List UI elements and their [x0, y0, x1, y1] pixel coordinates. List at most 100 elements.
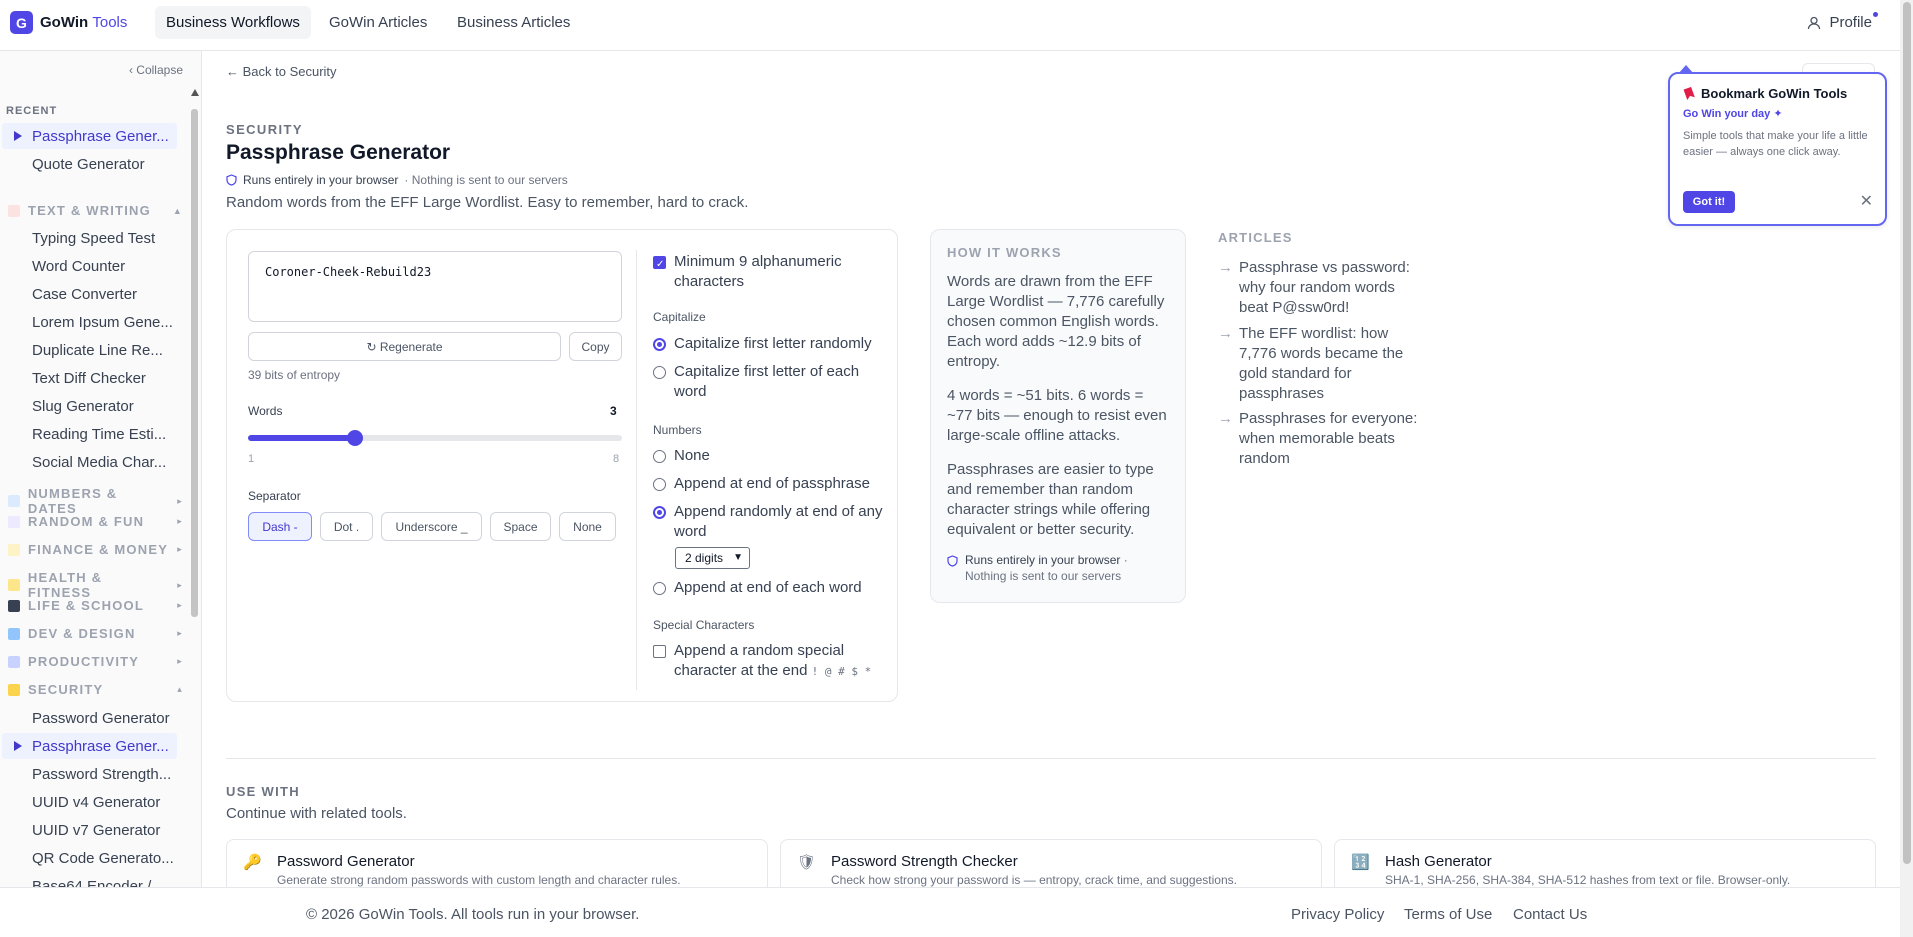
privacy-strong: Runs entirely in your browser [965, 553, 1121, 567]
radio-label: None [674, 447, 710, 464]
category-dev-design[interactable]: DEV & DESIGN ▸ [8, 626, 183, 641]
separator-dot-button[interactable]: Dot . [320, 512, 373, 541]
contact-link[interactable]: Contact Us [1513, 906, 1587, 923]
radio[interactable] [653, 582, 666, 595]
sidebar-item-recent-quote[interactable]: Quote Generator [2, 151, 177, 177]
profile-menu[interactable]: Profile [1807, 12, 1878, 31]
radio[interactable] [653, 478, 666, 491]
radio-selected[interactable] [653, 506, 666, 519]
logo-icon[interactable]: G [10, 11, 33, 34]
sidebar-item-duplicate-line[interactable]: Duplicate Line Re... [2, 337, 177, 363]
article-link-3[interactable]: → Passphrases for everyone: when memorabl… [1218, 409, 1418, 469]
privacy-policy-link[interactable]: Privacy Policy [1291, 906, 1384, 923]
nav-business-workflows[interactable]: Business Workflows [155, 6, 311, 39]
page-scrollbar-thumb[interactable] [1903, 2, 1911, 864]
chart-icon [8, 655, 20, 668]
nav-business-articles[interactable]: Business Articles [446, 6, 581, 39]
category-text-writing[interactable]: TEXT & WRITING ▲ [8, 203, 183, 218]
scroll-up-icon[interactable] [191, 89, 199, 96]
nav-gowin-articles[interactable]: GoWin Articles [318, 6, 438, 39]
sidebar-item-case-converter[interactable]: Case Converter [2, 281, 177, 307]
separator-dash-button[interactable]: Dash - [248, 512, 312, 541]
related-tool-title: Password Generator [277, 853, 415, 870]
category-productivity[interactable]: PRODUCTIVITY ▸ [8, 654, 183, 669]
separator-underscore-button[interactable]: Underscore _ [381, 512, 482, 541]
sidebar-item-qr-code[interactable]: QR Code Generato... [2, 845, 177, 871]
special-group-label: Special Characters [653, 618, 755, 632]
arrow-right-icon: → [1218, 259, 1233, 276]
radio[interactable] [653, 450, 666, 463]
play-icon [14, 131, 22, 141]
words-slider[interactable] [248, 430, 622, 446]
slider-handle[interactable] [346, 430, 363, 446]
category-numbers-dates[interactable]: NUMBERS & DATES ▸ [8, 486, 183, 516]
breadcrumb: SECURITY [226, 122, 303, 137]
category-health-fitness[interactable]: HEALTH & FITNESS ▸ [8, 570, 183, 600]
computer-icon [8, 627, 20, 640]
collapse-button[interactable]: ‹ Collapse [129, 63, 183, 77]
category-label: LIFE & SCHOOL [28, 598, 144, 613]
sidebar-item-password-strength[interactable]: Password Strength... [2, 761, 177, 787]
category-finance-money[interactable]: FINANCE & MONEY ▸ [8, 542, 183, 557]
num-each-radio[interactable]: Append at end of each word [653, 578, 883, 598]
collapse-label: Collapse [136, 63, 183, 77]
how-paragraph-3: Passphrases are easier to type and remem… [947, 461, 1154, 538]
category-random-fun[interactable]: RANDOM & FUN ▸ [8, 514, 183, 529]
radio-selected[interactable] [653, 338, 666, 351]
sidebar-scrollbar[interactable] [190, 89, 199, 887]
checkbox-checked[interactable] [653, 255, 666, 275]
category-security[interactable]: SECURITY ▴ [8, 682, 183, 697]
min-alnum-checkbox[interactable]: Minimum 9 alphanumeric characters [653, 252, 883, 292]
passphrase-output[interactable]: Coroner-Cheek-Rebuild23 [248, 251, 622, 322]
digits-select[interactable]: 2 digits ▼ [675, 547, 750, 569]
category-life-school[interactable]: LIFE & SCHOOL ▸ [8, 598, 183, 613]
column-divider [636, 250, 637, 690]
article-title: Passphrases for everyone: when memorable… [1239, 410, 1418, 467]
back-link[interactable]: ← Back to Security [226, 64, 337, 79]
sidebar-item-word-counter[interactable]: Word Counter [2, 253, 177, 279]
num-none-radio[interactable]: None [653, 446, 883, 466]
chevron-down-icon: ▸ [177, 516, 183, 526]
num-end-passphrase-radio[interactable]: Append at end of passphrase [653, 474, 883, 494]
sidebar-item-base64[interactable]: Base64 Encoder /... [2, 873, 177, 888]
use-with-heading: USE WITH [226, 784, 300, 799]
separator-none-button[interactable]: None [559, 512, 616, 541]
separator-space-button[interactable]: Space [490, 512, 551, 541]
special-char-checkbox[interactable]: Append a random special character at the… [653, 641, 883, 682]
brand-name-main: GoWin [40, 14, 89, 31]
copy-button[interactable]: Copy [569, 332, 622, 361]
related-tool-title: Hash Generator [1385, 853, 1492, 870]
sidebar-scrollbar-thumb[interactable] [191, 109, 198, 617]
sidebar-item-text-diff[interactable]: Text Diff Checker [2, 365, 177, 391]
checkbox[interactable] [653, 645, 666, 658]
category-label: DEV & DESIGN [28, 626, 136, 641]
privacy-note: Runs entirely in your browser · Nothing … [226, 173, 568, 187]
sidebar-item-password-generator[interactable]: Password Generator [2, 705, 177, 731]
close-icon[interactable]: ✕ [1860, 191, 1873, 211]
sidebar-item-social-media[interactable]: Social Media Char... [2, 449, 177, 475]
sidebar-item-uuid-v7[interactable]: UUID v7 Generator [2, 817, 177, 843]
page-scrollbar[interactable] [1900, 0, 1913, 937]
sidebar-item-reading-time[interactable]: Reading Time Esti... [2, 421, 177, 447]
regenerate-button[interactable]: ↻ Regenerate [248, 332, 561, 361]
slider-min: 1 [248, 453, 255, 465]
radio[interactable] [653, 366, 666, 379]
num-random-radio[interactable]: Append randomly at end of any word [653, 502, 883, 542]
category-label: PRODUCTIVITY [28, 654, 140, 669]
cap-each-radio[interactable]: Capitalize first letter of each word [653, 362, 883, 402]
brand-name[interactable]: GoWin Tools [40, 14, 127, 31]
got-it-button[interactable]: Got it! [1683, 191, 1735, 213]
article-link-1[interactable]: → Passphrase vs password: why four random… [1218, 258, 1418, 318]
sidebar-item-typing-speed[interactable]: Typing Speed Test [2, 225, 177, 251]
sidebar-item-recent-passphrase[interactable]: Passphrase Gener... [2, 123, 177, 149]
how-it-works-panel: HOW IT WORKS Words are drawn from the EF… [930, 229, 1186, 603]
page-subtitle: Random words from the EFF Large Wordlist… [226, 194, 749, 211]
article-link-2[interactable]: → The EFF wordlist: how 7,776 words becam… [1218, 324, 1418, 404]
sidebar-item-uuid-v4[interactable]: UUID v4 Generator [2, 789, 177, 815]
bookmark-popup: Bookmark GoWin Tools Go Win your day ✦ S… [1668, 65, 1887, 226]
cap-random-radio[interactable]: Capitalize first letter randomly [653, 334, 883, 354]
sidebar-item-lorem-ipsum[interactable]: Lorem Ipsum Gene... [2, 309, 177, 335]
terms-link[interactable]: Terms of Use [1404, 906, 1492, 923]
sidebar-item-slug-generator[interactable]: Slug Generator [2, 393, 177, 419]
sidebar-item-passphrase-generator[interactable]: Passphrase Gener... [2, 733, 177, 759]
